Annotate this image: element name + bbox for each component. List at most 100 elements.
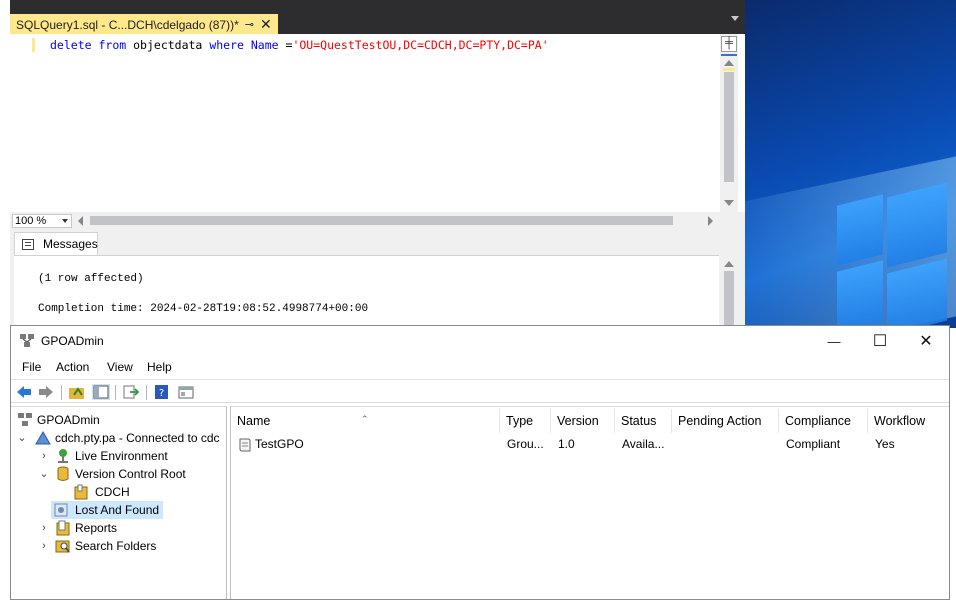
scrollbar-caret-marker [721,54,737,56]
split-window-icon[interactable]: ╪ [721,36,737,52]
editor-scroll-thumb[interactable] [724,72,734,182]
tree-item-search-folders[interactable]: › Search Folders [15,537,215,555]
tree-item-version-control-root[interactable]: ⌄ Version Control Root [15,465,215,483]
tab-list-dropdown-icon[interactable] [731,16,739,21]
lost-and-found-icon [54,503,68,517]
scroll-down-arrow-icon[interactable] [724,200,734,206]
maximize-button[interactable]: ☐ [857,326,903,356]
forward-arrow-icon[interactable] [37,384,55,400]
column-header-name[interactable]: Name ⌃ [231,409,500,433]
menu-file[interactable]: File [22,360,41,374]
column-header-label: Pending Action [678,414,762,428]
scrollbar-change-marker [723,68,735,71]
tree-item-label: Live Environment [75,449,168,463]
menu-action[interactable]: Action [56,360,89,374]
scroll-up-arrow-icon[interactable] [724,60,734,66]
tree-item-cdch[interactable]: CDCH [15,483,215,501]
messages-scroll-thumb[interactable] [724,271,734,331]
column-header-label: Type [506,414,534,428]
close-icon: ✕ [919,333,933,350]
console-tree: GPOADmin ⌄ cdch.pty.pa - Connected to cd… [11,406,227,599]
toolbar-separator [115,385,116,400]
database-icon [57,466,69,481]
title-bar[interactable]: GPOADmin — ☐ ✕ [11,326,949,356]
close-tab-icon[interactable]: ✕ [260,14,272,34]
chevron-down-icon[interactable]: ⌄ [17,429,27,447]
zoom-value: 100 % [15,215,47,227]
zoom-dropdown[interactable]: 100 % [12,214,72,228]
svg-text:?: ? [159,388,164,399]
tree-item-label: Search Folders [75,539,157,553]
scroll-left-arrow-icon[interactable] [78,216,83,226]
search-folder-icon [55,540,70,553]
pin-icon[interactable]: ⊸ [245,14,254,36]
gpoadmin-window: GPOADmin — ☐ ✕ File Action View Help ? G… [10,325,950,600]
sql-keyword-from: from [98,38,127,52]
chevron-right-icon[interactable]: › [39,447,49,465]
properties-view-icon[interactable] [177,384,195,400]
toolbar: ? [11,379,949,403]
tree-item-label: Reports [75,521,118,535]
desktop-wallpaper [745,0,956,328]
chevron-right-icon[interactable]: › [39,537,49,555]
column-header-version[interactable]: Version [551,409,615,433]
maximize-icon: ☐ [872,333,888,350]
tree-item-lost-and-found[interactable]: Lost And Found [51,501,163,519]
scroll-up-arrow-icon[interactable] [724,261,734,267]
column-header-label: Compliance [785,414,852,428]
cell-workflow: Yes [875,437,895,451]
cell-name: TestGPO [255,437,304,451]
column-header-label: Workflow [874,414,926,428]
results-pane: Messages (1 row affected) Completion tim… [10,230,745,331]
menu-bar: File Action View Help [11,356,949,378]
tree-item-label: GPOADmin [37,413,100,427]
sort-ascending-icon: ⌃ [361,414,369,424]
live-environment-icon [58,449,68,463]
gpoadmin-app-icon [18,413,32,426]
up-folder-icon[interactable] [68,384,86,400]
message-line: Completion time: 2024-02-28T19:08:52.499… [38,303,369,315]
column-header-pending-action[interactable]: Pending Action [672,409,779,433]
cell-compliance: Compliant [786,437,841,451]
chevron-down-icon[interactable]: ⌄ [39,465,49,483]
export-list-icon[interactable] [122,384,140,400]
tree-item-gpoadmin-root[interactable]: GPOADmin [15,411,215,429]
sql-code-line[interactable]: delete from objectdata where Name ='OU=Q… [50,38,549,52]
reports-icon [56,520,70,536]
column-header-compliance[interactable]: Compliance [779,409,868,433]
tree-item-live-environment[interactable]: › Live Environment [15,447,215,465]
menu-view[interactable]: View [107,360,133,374]
tree-item-reports[interactable]: › Reports [15,519,215,537]
wallpaper-pane [837,260,883,328]
messages-vertical-scrollbar[interactable] [722,255,736,331]
column-header-status[interactable]: Status [615,409,672,433]
menu-help[interactable]: Help [147,360,172,374]
back-arrow-icon[interactable] [15,384,33,400]
messages-output[interactable]: (1 row affected) Completion time: 2024-0… [14,255,719,328]
show-hide-console-tree-icon[interactable] [92,384,110,400]
cell-version: 1.0 [558,437,575,451]
editor-horizontal-bar: 100 % [10,212,745,230]
sql-column-name: Name [250,38,279,52]
column-header-type[interactable]: Type [500,409,551,433]
query-tab-title: SQLQuery1.sql - C...DCH\cdelgado (87))* [16,18,239,32]
tab-messages[interactable]: Messages [14,232,98,256]
document-tab-strip: SQLQuery1.sql - C...DCH\cdelgado (87))* … [10,10,745,44]
column-header-workflow[interactable]: Workflow [868,409,948,433]
gpo-scroll-icon [239,438,251,452]
gpoadmin-app-icon [20,334,34,347]
chevron-right-icon[interactable]: › [39,519,49,537]
tree-item-domain[interactable]: ⌄ cdch.pty.pa - Connected to cdc [15,429,225,447]
cell-type: Grou... [507,437,544,451]
tree-item-label: CDCH [95,485,130,499]
change-tracking-marker [32,38,35,52]
window-title: GPOADmin [41,334,104,348]
scroll-right-arrow-icon[interactable] [708,216,713,226]
minimize-button[interactable]: — [811,326,857,356]
sql-editor[interactable]: delete from objectdata where Name ='OU=Q… [10,34,745,214]
editor-vertical-scrollbar[interactable]: ╪ [720,34,738,214]
horizontal-scroll-thumb[interactable] [90,216,673,225]
help-icon[interactable]: ? [153,384,171,400]
close-button[interactable]: ✕ [903,326,949,356]
chevron-down-icon [62,219,68,223]
